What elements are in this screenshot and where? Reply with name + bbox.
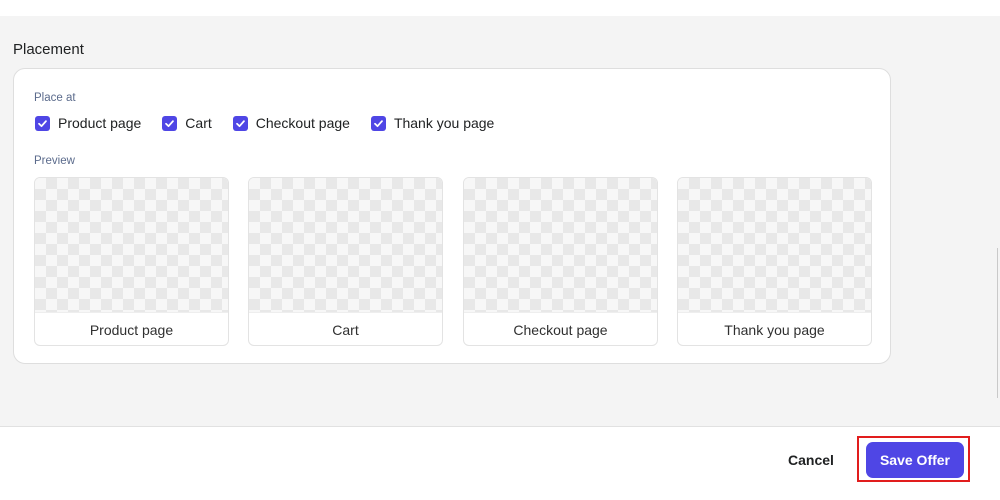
preview-placeholder — [464, 178, 657, 312]
preview-placeholder — [678, 178, 871, 312]
check-icon[interactable] — [162, 115, 178, 131]
check-icon[interactable] — [232, 115, 248, 131]
cancel-button[interactable]: Cancel — [780, 445, 842, 475]
scrollbar-track[interactable] — [997, 248, 998, 398]
preview-card-thank-you-page: Thank you page — [677, 177, 872, 346]
preview-caption: Product page — [35, 312, 228, 345]
preview-placeholder — [249, 178, 442, 312]
footer-bar: Cancel Save Offer — [0, 426, 1000, 500]
checkbox-checkout-page[interactable]: Checkout page — [232, 114, 350, 132]
checkbox-cart[interactable]: Cart — [162, 114, 212, 132]
preview-caption: Thank you page — [678, 312, 871, 345]
checkbox-label: Thank you page — [393, 115, 495, 131]
top-strip — [0, 0, 1000, 16]
preview-label: Preview — [34, 155, 75, 167]
preview-caption: Cart — [249, 312, 442, 345]
preview-caption: Checkout page — [464, 312, 657, 345]
checkbox-product-page[interactable]: Product page — [35, 114, 141, 132]
placement-card: Place at Product page Cart Checkout page… — [13, 68, 891, 364]
section-title: Placement — [13, 41, 84, 58]
checkbox-thank-you-page[interactable]: Thank you page — [370, 114, 495, 132]
check-icon[interactable] — [370, 115, 386, 131]
check-icon[interactable] — [35, 115, 50, 131]
preview-placeholder — [35, 178, 228, 312]
checkbox-label: Product page — [58, 115, 142, 131]
checkbox-label: Cart — [185, 115, 212, 131]
preview-grid: Product page Cart Checkout page Thank yo… — [34, 177, 874, 346]
preview-card-checkout-page: Checkout page — [463, 177, 658, 346]
preview-card-product-page: Product page — [34, 177, 229, 346]
save-offer-button[interactable]: Save Offer — [866, 442, 964, 478]
checkbox-label: Checkout page — [255, 115, 350, 131]
place-at-label: Place at — [34, 92, 76, 104]
preview-card-cart: Cart — [248, 177, 443, 346]
placement-checkbox-group: Product page Cart Checkout page Thank yo… — [35, 114, 515, 132]
